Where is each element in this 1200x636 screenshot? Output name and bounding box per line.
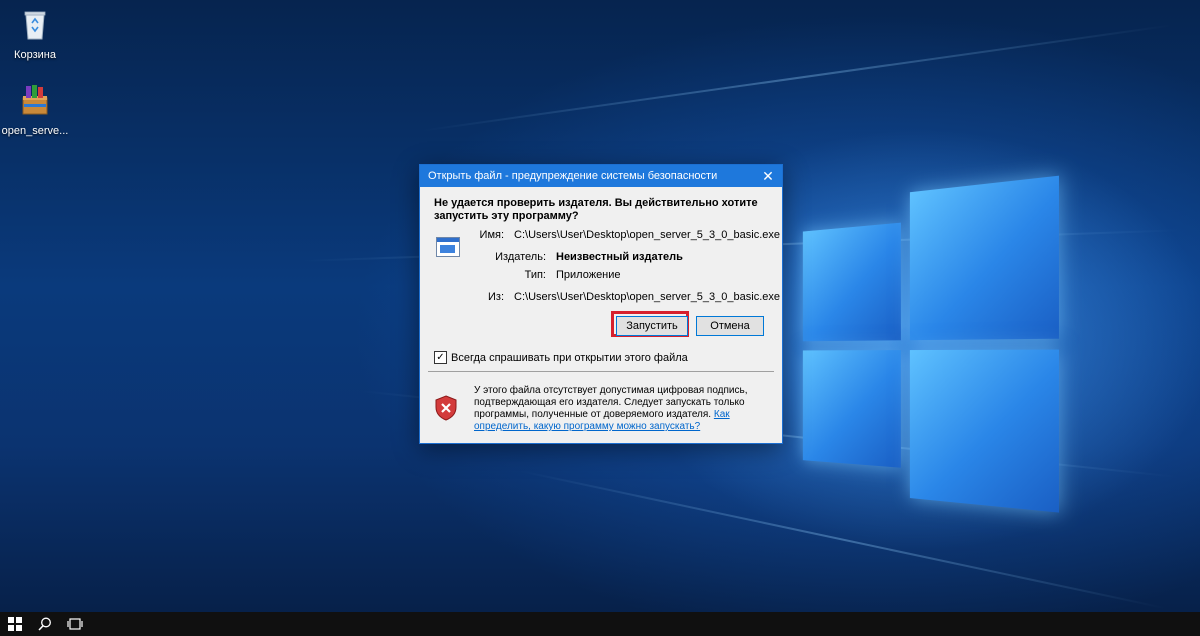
taskbar bbox=[0, 612, 1200, 636]
checkbox-label: Всегда спрашивать при открытии этого фай… bbox=[451, 351, 688, 364]
desktop-icon-recycle-bin[interactable]: Корзина bbox=[0, 6, 70, 61]
logo-pane bbox=[909, 175, 1059, 341]
close-button[interactable]: ✕ bbox=[754, 165, 782, 187]
dialog-headline: Не удается проверить издателя. Вы действ… bbox=[434, 197, 758, 222]
always-ask-option[interactable]: ✓ Всегда спрашивать при открытии этого ф… bbox=[434, 351, 688, 364]
desktop-icon-label: open_serve... bbox=[1, 125, 69, 137]
recycle-bin-icon bbox=[24, 11, 46, 40]
field-publisher: Издатель: Неизвестный издатель bbox=[460, 251, 780, 263]
start-button[interactable] bbox=[0, 612, 30, 636]
search-icon bbox=[38, 617, 51, 631]
search-button[interactable] bbox=[30, 612, 60, 636]
field-label: Имя: bbox=[479, 229, 505, 241]
logo-pane bbox=[802, 350, 901, 468]
field-label: Издатель: bbox=[495, 251, 546, 263]
desktop: Корзина open_serve... Открыть файл - пре… bbox=[0, 0, 1200, 636]
cancel-button[interactable]: Отмена bbox=[696, 316, 764, 336]
light-ray bbox=[419, 24, 1173, 132]
field-label: Из: bbox=[488, 291, 505, 303]
desktop-icon-label: Корзина bbox=[14, 49, 56, 61]
application-file-icon bbox=[436, 237, 460, 257]
field-type: Тип: Приложение bbox=[460, 269, 780, 281]
task-view-icon bbox=[67, 618, 83, 630]
dialog-title: Открыть файл - предупреждение системы бе… bbox=[428, 170, 718, 182]
logo-pane bbox=[802, 222, 901, 342]
close-icon: ✕ bbox=[762, 167, 774, 184]
installer-package-icon bbox=[22, 85, 48, 115]
shield-warning-icon bbox=[435, 395, 457, 421]
field-label: Тип: bbox=[524, 269, 546, 281]
dialog-titlebar[interactable]: Открыть файл - предупреждение системы бе… bbox=[420, 165, 782, 187]
task-view-button[interactable] bbox=[60, 612, 90, 636]
field-from: Из: C:\Users\User\Desktop\open_server_5_… bbox=[460, 291, 780, 303]
warning-text: У этого файла отсутствует допустимая циф… bbox=[474, 385, 748, 420]
logo-pane bbox=[909, 349, 1059, 513]
windows-start-icon bbox=[8, 617, 22, 631]
field-value: Приложение bbox=[556, 269, 621, 281]
security-warning-dialog: Открыть файл - предупреждение системы бе… bbox=[419, 164, 783, 444]
field-name: Имя: C:\Users\User\Desktop\open_server_5… bbox=[460, 229, 780, 241]
divider bbox=[428, 371, 774, 372]
run-button[interactable]: Запустить bbox=[616, 316, 688, 336]
field-value: C:\Users\User\Desktop\open_server_5_3_0_… bbox=[514, 291, 780, 303]
field-value: C:\Users\User\Desktop\open_server_5_3_0_… bbox=[514, 229, 780, 241]
signature-warning: У этого файла отсутствует допустимая циф… bbox=[474, 385, 774, 433]
desktop-icon-open-server[interactable]: open_serve... bbox=[0, 82, 70, 137]
always-ask-checkbox[interactable]: ✓ bbox=[434, 351, 447, 364]
field-value: Неизвестный издатель bbox=[556, 251, 683, 263]
windows-logo-wallpaper bbox=[802, 173, 1084, 537]
